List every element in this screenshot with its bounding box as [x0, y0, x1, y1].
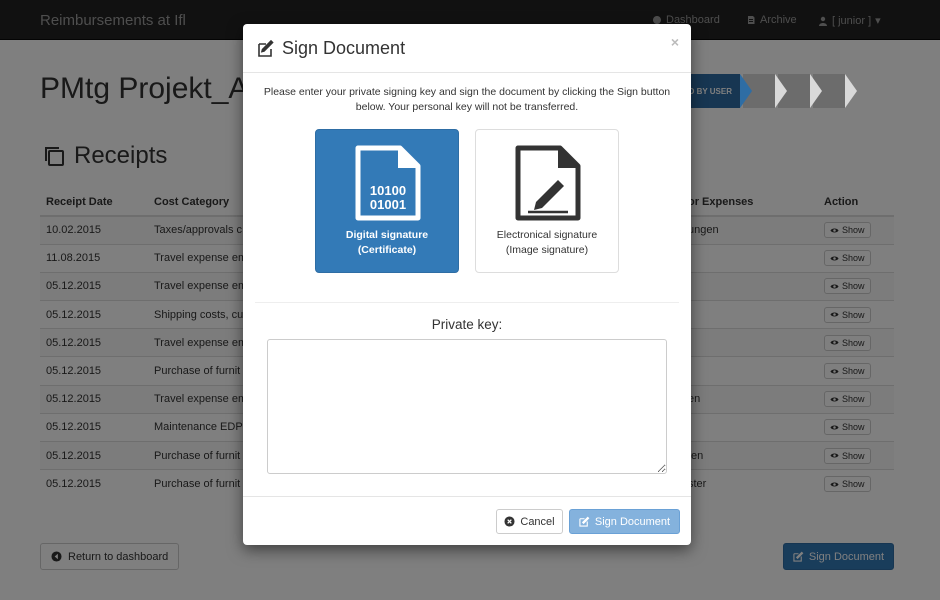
cancel-button[interactable]: Cancel	[496, 509, 563, 534]
electronic-signature-option[interactable]: Electronical signature (Image signature)	[475, 129, 619, 273]
private-key-label: Private key:	[431, 317, 503, 332]
digital-signature-option[interactable]: 10100 01001 Digital signature (Certifica…	[315, 129, 459, 273]
digital-signature-line1: Digital signature	[345, 229, 429, 241]
cancel-circle-icon	[504, 516, 515, 527]
digital-signature-line2: (Certificate)	[357, 244, 417, 256]
digital-signature-label: Digital signature (Certificate)	[316, 228, 458, 258]
electronic-signature-label: Electronical signature (Image signature)	[476, 228, 618, 258]
modal-divider	[255, 302, 679, 303]
modal-footer: Cancel Sign Document	[243, 496, 691, 545]
close-icon[interactable]: ×	[671, 34, 679, 50]
cancel-label: Cancel	[520, 515, 555, 528]
edit-icon	[258, 39, 274, 57]
binary-line-1: 10100	[370, 183, 406, 198]
sign-document-button[interactable]: Sign Document	[569, 509, 680, 534]
electronic-signature-line2: (Image signature)	[505, 244, 589, 256]
edit-icon	[579, 516, 590, 527]
electronic-signature-line1: Electronical signature	[496, 229, 598, 241]
modal-header: Sign Document ×	[243, 24, 691, 73]
modal-instructions: Please enter your private signing key an…	[263, 86, 671, 113]
binary-line-2: 01001	[370, 197, 406, 212]
modal-title-text: Sign Document	[282, 38, 406, 58]
private-key-input[interactable]	[267, 339, 667, 474]
signature-file-icon	[515, 145, 581, 221]
modal-title: Sign Document	[257, 38, 405, 59]
sign-document-modal: Sign Document × Please enter your privat…	[243, 24, 691, 545]
sign-document-label: Sign Document	[594, 515, 671, 528]
binary-file-icon: 10100 01001	[355, 145, 421, 221]
